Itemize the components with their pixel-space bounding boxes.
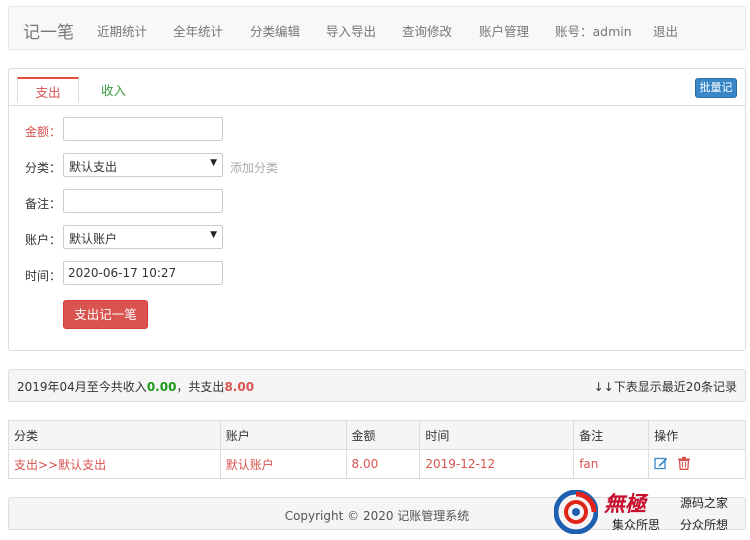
header-time: 时间	[419, 420, 575, 450]
submit-expense-button[interactable]: 支出记一笔	[63, 300, 148, 329]
summary-income-value: 0.00	[146, 380, 177, 394]
account-selected-value: 默认账户	[69, 232, 118, 246]
watermark-brand: 無極	[604, 491, 646, 516]
category-select[interactable]: 默认支出 ▼	[63, 153, 223, 177]
tab-expense[interactable]: 支出	[17, 77, 79, 103]
cell-category: 支出>>默认支出	[8, 449, 221, 479]
time-label: 时间：	[25, 269, 62, 283]
watermark-slogan-right: 分众所想	[680, 518, 729, 532]
tab-income[interactable]: 收入	[101, 80, 126, 99]
nav-account-manage[interactable]: 账户管理	[479, 21, 529, 40]
swirl-logo-icon	[553, 489, 599, 537]
type-tabbar: 支出 收入 批量记	[9, 69, 745, 106]
brand-logo-text[interactable]: 记一笔	[23, 18, 74, 43]
account-label: 账户：	[25, 233, 62, 247]
category-selected-value: 默认支出	[69, 160, 118, 174]
nav-username[interactable]: 账号：admin	[555, 21, 632, 40]
account-select[interactable]: 默认账户 ▼	[63, 225, 223, 249]
summary-middle: ，共支出	[176, 380, 225, 394]
amount-label: 金额：	[25, 125, 62, 139]
nav-category-edit[interactable]: 分类编辑	[250, 21, 300, 40]
nav-recent-stats[interactable]: 近期统计	[97, 21, 147, 40]
note-input[interactable]	[63, 189, 223, 213]
cell-account: 默认账户	[219, 449, 347, 479]
summary-bar: 2019年04月至今共收入0.00，共支出8.00 ↓↓下表显示最近20条记录	[8, 369, 746, 402]
amount-input[interactable]	[63, 117, 223, 141]
header-note: 备注	[573, 420, 650, 450]
batch-entry-button[interactable]: 批量记	[695, 78, 737, 98]
top-navbar: 记一笔 近期统计 全年统计 分类编辑 导入导出 查询修改 账户管理 账号：adm…	[8, 6, 746, 50]
table-row: 支出>>默认支出 默认账户 8.00 2019-12-12 fan	[8, 449, 746, 479]
time-input[interactable]	[63, 261, 223, 285]
trash-icon[interactable]	[677, 456, 691, 473]
header-account: 账户	[219, 420, 347, 450]
cell-actions	[648, 449, 746, 479]
site-watermark: 無極 源码之家 集众所思 分众所想	[552, 486, 748, 538]
watermark-site-name: 源码之家	[680, 496, 729, 510]
nav-query-modify[interactable]: 查询修改	[402, 21, 452, 40]
records-table: 分类 账户 金额 时间 备注 操作 支出>>默认支出 默认账户 8.00 201…	[8, 420, 746, 479]
edit-icon[interactable]	[654, 456, 668, 473]
cell-time: 2019-12-12	[419, 449, 575, 479]
chevron-down-icon: ▼	[210, 230, 217, 240]
header-actions: 操作	[648, 420, 746, 450]
chevron-down-icon: ▼	[210, 158, 217, 168]
table-header-row: 分类 账户 金额 时间 备注 操作	[8, 420, 746, 450]
header-amount: 金额	[345, 420, 421, 450]
add-category-link[interactable]: 添加分类	[230, 159, 278, 176]
summary-prefix: 2019年04月至今共收入	[17, 380, 147, 394]
nav-yearly-stats[interactable]: 全年统计	[173, 21, 223, 40]
recent-records-note: ↓↓下表显示最近20条记录	[593, 380, 737, 394]
category-label: 分类：	[25, 161, 62, 175]
entry-form-panel: 支出 收入 批量记 金额： 分类： 默认支出 ▼ 添加分类 备注： 账户： 默认…	[8, 68, 746, 351]
header-category: 分类	[8, 420, 221, 450]
nav-logout[interactable]: 退出	[653, 21, 678, 40]
summary-text: 2019年04月至今共收入0.00，共支出8.00	[17, 378, 254, 395]
nav-import-export[interactable]: 导入导出	[326, 21, 376, 40]
summary-expense-value: 8.00	[224, 380, 255, 394]
watermark-slogan-left: 集众所思	[612, 518, 661, 532]
cell-amount: 8.00	[345, 449, 421, 479]
note-label: 备注：	[25, 197, 62, 211]
cell-note: fan	[573, 449, 650, 479]
